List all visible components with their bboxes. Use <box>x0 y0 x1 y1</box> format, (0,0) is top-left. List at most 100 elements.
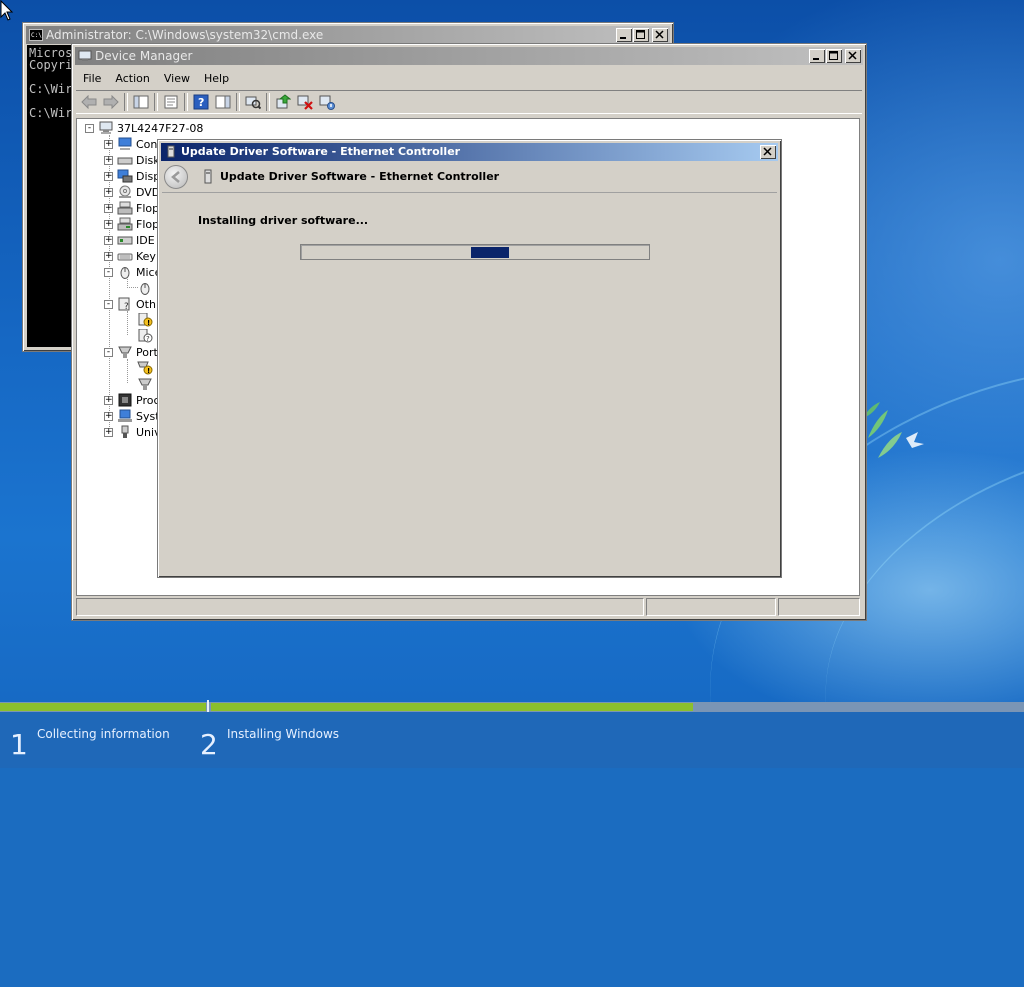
svg-text:?: ? <box>124 302 129 311</box>
properties-button[interactable] <box>162 93 180 111</box>
computer-icon <box>118 137 132 150</box>
toolbar-separator <box>236 93 240 111</box>
dialog-titlebar[interactable]: Update Driver Software - Ethernet Contro… <box>161 143 778 161</box>
tree-item-ide-controllers[interactable]: + IDE <box>104 232 155 248</box>
device-manager-title: Device Manager <box>95 49 193 63</box>
toolbar-separator <box>154 93 158 111</box>
uninstall-button[interactable] <box>296 93 314 111</box>
tree-item-port-device[interactable] <box>137 376 156 392</box>
tree-item-unknown-device[interactable]: ! <box>137 312 156 328</box>
maximize-button[interactable] <box>633 28 649 42</box>
mouse-device-icon <box>140 283 150 295</box>
collapse-icon[interactable]: - <box>104 347 113 357</box>
tree-item-label: IDE <box>136 233 155 247</box>
collapse-icon[interactable]: - <box>104 299 113 309</box>
update-driver-dialog[interactable]: Update Driver Software - Ethernet Contro… <box>157 139 782 578</box>
menu-action[interactable]: Action <box>108 72 156 85</box>
show-hide-tree-icon <box>133 95 149 109</box>
tree-item-label: Port <box>136 345 158 359</box>
tree-item-floppy-drives[interactable]: + Flop <box>104 216 159 232</box>
expand-icon[interactable]: + <box>104 155 113 165</box>
expand-icon[interactable]: + <box>104 203 113 213</box>
menu-file[interactable]: File <box>76 72 108 85</box>
svg-text:?: ? <box>146 335 150 343</box>
tree-item-mice[interactable]: - Mice <box>104 264 161 280</box>
expand-icon[interactable]: + <box>104 235 113 245</box>
back-arrow-icon <box>171 171 180 183</box>
tree-item-dvd-drives[interactable]: + DVD <box>104 184 160 200</box>
tree-item-mouse-device[interactable] <box>137 280 156 296</box>
minimize-button[interactable] <box>616 28 632 42</box>
scan-hardware-icon <box>245 96 261 110</box>
floppy-controller-icon <box>117 201 133 215</box>
tree-root[interactable]: - 37L4247F27-08 <box>85 120 203 136</box>
show-hide-tree-button[interactable] <box>132 93 150 111</box>
maximize-button[interactable] <box>826 49 842 63</box>
dialog-close-button[interactable] <box>760 145 776 159</box>
ports-icon <box>118 346 132 358</box>
cmd-icon: C:\ <box>29 29 43 41</box>
dialog-title: Update Driver Software - Ethernet Contro… <box>181 145 461 158</box>
update-driver-icon <box>276 94 291 109</box>
menu-view[interactable]: View <box>157 72 197 85</box>
other-devices-icon: ? <box>118 297 130 311</box>
setup-step-number: 1 <box>10 728 28 761</box>
mouse-icon <box>120 267 130 279</box>
ide-controller-icon <box>117 236 133 245</box>
tree-item-label: Flop <box>136 217 160 231</box>
tree-item-other-devices[interactable]: - ? Oth <box>104 296 156 312</box>
tree-item-computer[interactable]: + Con <box>104 136 157 152</box>
cmd-titlebar[interactable]: C:\ Administrator: C:\Windows\system32\c… <box>26 26 670 44</box>
expand-icon[interactable]: + <box>104 187 113 197</box>
forward-button[interactable] <box>102 93 120 111</box>
expand-icon[interactable]: + <box>104 427 113 437</box>
unknown-device-icon: ? <box>138 329 153 343</box>
tree-item-usb-controllers[interactable]: + Univ <box>104 424 161 440</box>
back-button[interactable] <box>164 165 188 189</box>
port-icon <box>138 378 152 390</box>
close-button[interactable] <box>652 28 668 42</box>
floppy-drive-icon <box>117 217 133 231</box>
close-icon <box>763 147 772 156</box>
expand-icon[interactable]: + <box>104 251 113 261</box>
status-pane <box>646 598 776 616</box>
tree-item-keyboards[interactable]: + Key <box>104 248 156 264</box>
port-warning-icon: ! <box>137 361 153 375</box>
tree-item-processors[interactable]: + Proc <box>104 392 160 408</box>
install-progress-bar <box>300 244 650 260</box>
tree-item-port-device[interactable]: ! <box>137 360 156 376</box>
collapse-icon[interactable]: - <box>104 267 113 277</box>
maximize-icon <box>636 30 645 39</box>
tree-item-label: Flop <box>136 201 160 215</box>
tree-item-display-adapters[interactable]: + Disp <box>104 168 160 184</box>
mouse-cursor-icon <box>0 0 14 21</box>
expand-icon[interactable]: + <box>104 411 113 421</box>
help-button[interactable]: ? <box>192 93 210 111</box>
display-adapter-icon <box>117 169 133 183</box>
status-bar <box>76 598 862 616</box>
tree-item-ports[interactable]: - Port <box>104 344 158 360</box>
update-driver-button[interactable] <box>274 93 292 111</box>
scan-hardware-button[interactable] <box>244 93 262 111</box>
expand-icon[interactable]: + <box>104 171 113 181</box>
expand-icon[interactable]: + <box>104 395 113 405</box>
tree-item-disk-drives[interactable]: + Disk <box>104 152 160 168</box>
enable-disable-button[interactable] <box>318 93 336 111</box>
show-hide-action-pane-icon <box>215 95 231 109</box>
tree-item-unknown-device[interactable]: ? <box>137 328 156 344</box>
dvd-drive-icon <box>119 185 131 198</box>
minimize-button[interactable] <box>809 49 825 63</box>
close-button[interactable] <box>845 49 861 63</box>
device-manager-titlebar[interactable]: Device Manager <box>75 47 863 65</box>
svg-text:C:\: C:\ <box>31 32 42 39</box>
back-button[interactable] <box>80 93 98 111</box>
toolbar-separator <box>124 93 128 111</box>
expand-icon[interactable]: + <box>104 219 113 229</box>
expand-icon[interactable]: + <box>104 139 113 149</box>
collapse-icon[interactable]: - <box>85 123 94 133</box>
show-hide-action-pane-button[interactable] <box>214 93 232 111</box>
menu-help[interactable]: Help <box>197 72 236 85</box>
tree-item-label: Syst <box>136 409 160 423</box>
tree-item-floppy-controllers[interactable]: + Flop <box>104 200 159 216</box>
tree-item-system-devices[interactable]: + Syst <box>104 408 160 424</box>
